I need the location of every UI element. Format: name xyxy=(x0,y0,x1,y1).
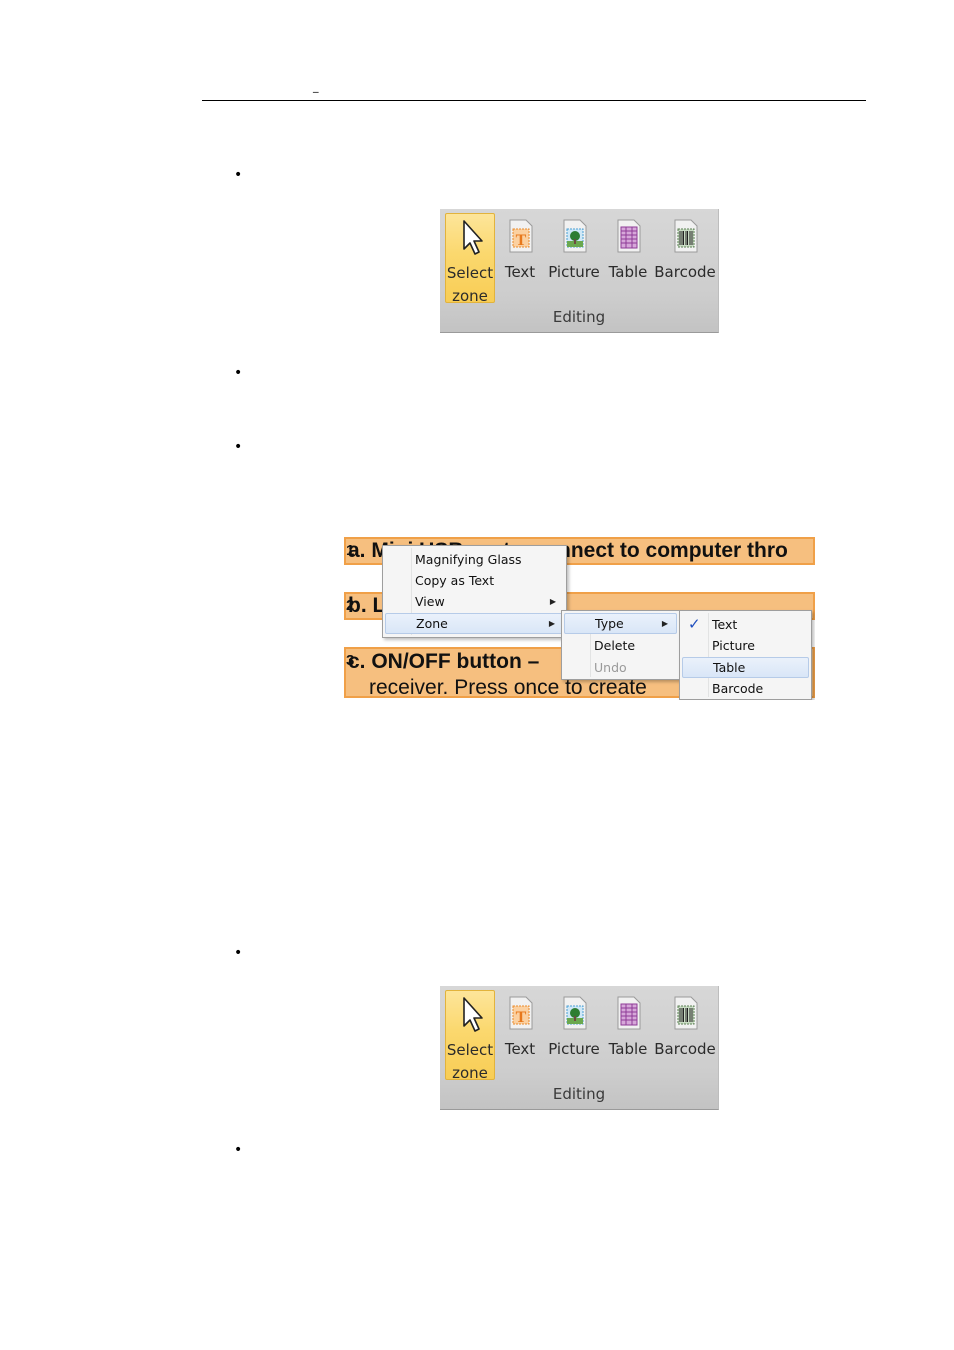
text-zone-label: Text xyxy=(504,263,536,281)
text-zone-label: Text xyxy=(504,1040,536,1058)
menu-item-type-table[interactable]: Table xyxy=(682,657,809,678)
menu-item-type-picture[interactable]: Picture xyxy=(682,635,809,656)
svg-text:T: T xyxy=(516,1009,527,1026)
bullet-4: • xyxy=(234,945,243,961)
menu-item-type-label: Type xyxy=(595,616,624,631)
picture-zone-label: Picture xyxy=(548,263,600,281)
barcode-zone-button[interactable]: Barcode xyxy=(654,990,716,1080)
select-zone-label-2: zone xyxy=(452,287,488,305)
table-zone-icon xyxy=(617,996,641,1030)
zone-text-2: b. L xyxy=(348,594,386,617)
menu-item-zone[interactable]: Zone ▶ xyxy=(385,613,564,634)
header-mark: _ xyxy=(313,80,319,93)
picture-zone-label: Picture xyxy=(548,1040,600,1058)
context-menu: Magnifying Glass Copy as Text View ▶ Zon… xyxy=(382,545,567,638)
svg-text:T: T xyxy=(516,232,527,249)
select-zone-label: Select xyxy=(446,1041,494,1059)
submenu-arrow-icon: ▶ xyxy=(549,597,556,606)
cursor-arrow-icon xyxy=(463,997,483,1032)
type-submenu: ✓ Text Picture Table Barcode xyxy=(679,610,812,700)
picture-zone-icon xyxy=(563,219,587,253)
zone-submenu: Type ▶ Delete Undo xyxy=(561,610,680,680)
barcode-zone-icon xyxy=(674,219,698,253)
table-zone-button[interactable]: Table xyxy=(606,213,650,303)
select-zone-label: Select xyxy=(446,264,494,282)
picture-zone-button[interactable]: Picture xyxy=(546,990,602,1080)
select-zone-button[interactable]: Select zone xyxy=(445,213,495,305)
picture-zone-button[interactable]: Picture xyxy=(546,213,602,303)
menu-item-type-text-label: Text xyxy=(712,617,738,632)
barcode-zone-label: Barcode xyxy=(654,263,716,281)
table-zone-label: Table xyxy=(608,263,648,281)
bullet-3: • xyxy=(234,439,243,455)
table-zone-icon xyxy=(617,219,641,253)
select-zone-label-2: zone xyxy=(452,1064,488,1082)
barcode-zone-icon xyxy=(674,996,698,1030)
bullet-5: • xyxy=(234,1142,243,1158)
barcode-zone-label: Barcode xyxy=(654,1040,716,1058)
text-zone-icon: T xyxy=(509,219,533,253)
menu-item-view-label: View xyxy=(415,594,445,609)
submenu-arrow-icon: ▶ xyxy=(548,619,555,628)
select-zone-button[interactable]: Select zone xyxy=(445,990,495,1082)
menu-item-zone-label: Zone xyxy=(416,616,448,631)
picture-zone-icon xyxy=(563,996,587,1030)
text-zone-button[interactable]: T Text xyxy=(500,990,540,1080)
bullet-2: • xyxy=(234,365,243,381)
table-zone-label: Table xyxy=(608,1040,648,1058)
menu-item-type[interactable]: Type ▶ xyxy=(564,613,677,634)
ribbon-group-label: Editing xyxy=(552,308,606,326)
cursor-arrow-icon xyxy=(463,220,483,255)
zone-text-3: c. ON/OFF button – xyxy=(348,650,540,673)
document-preview: 1 a. Mini USB port – connect to computer… xyxy=(344,537,815,700)
menu-item-undo: Undo xyxy=(594,660,627,675)
bullet-1: • xyxy=(234,167,243,183)
table-zone-button[interactable]: Table xyxy=(606,990,650,1080)
barcode-zone-button[interactable]: Barcode xyxy=(654,213,716,303)
menu-item-type-barcode[interactable]: Barcode xyxy=(682,678,809,699)
menu-item-magnifying-glass[interactable]: Magnifying Glass xyxy=(385,549,564,570)
header-rule xyxy=(202,100,866,101)
checkmark-icon: ✓ xyxy=(688,615,701,633)
menu-item-copy-as-text[interactable]: Copy as Text xyxy=(385,570,564,591)
ribbon-editing-group-2: Select zone T Text Picture Table Barcode… xyxy=(440,986,719,1110)
submenu-arrow-icon: ▶ xyxy=(661,619,668,628)
ribbon-group-label: Editing xyxy=(552,1085,606,1103)
menu-item-delete[interactable]: Delete xyxy=(564,635,677,656)
menu-item-view[interactable]: View ▶ xyxy=(385,591,564,612)
text-zone-icon: T xyxy=(509,996,533,1030)
text-zone-button[interactable]: T Text xyxy=(500,213,540,303)
ribbon-editing-group: Select zone T Text Picture Table Barcode… xyxy=(440,209,719,333)
menu-item-type-text[interactable]: ✓ Text xyxy=(682,614,809,635)
